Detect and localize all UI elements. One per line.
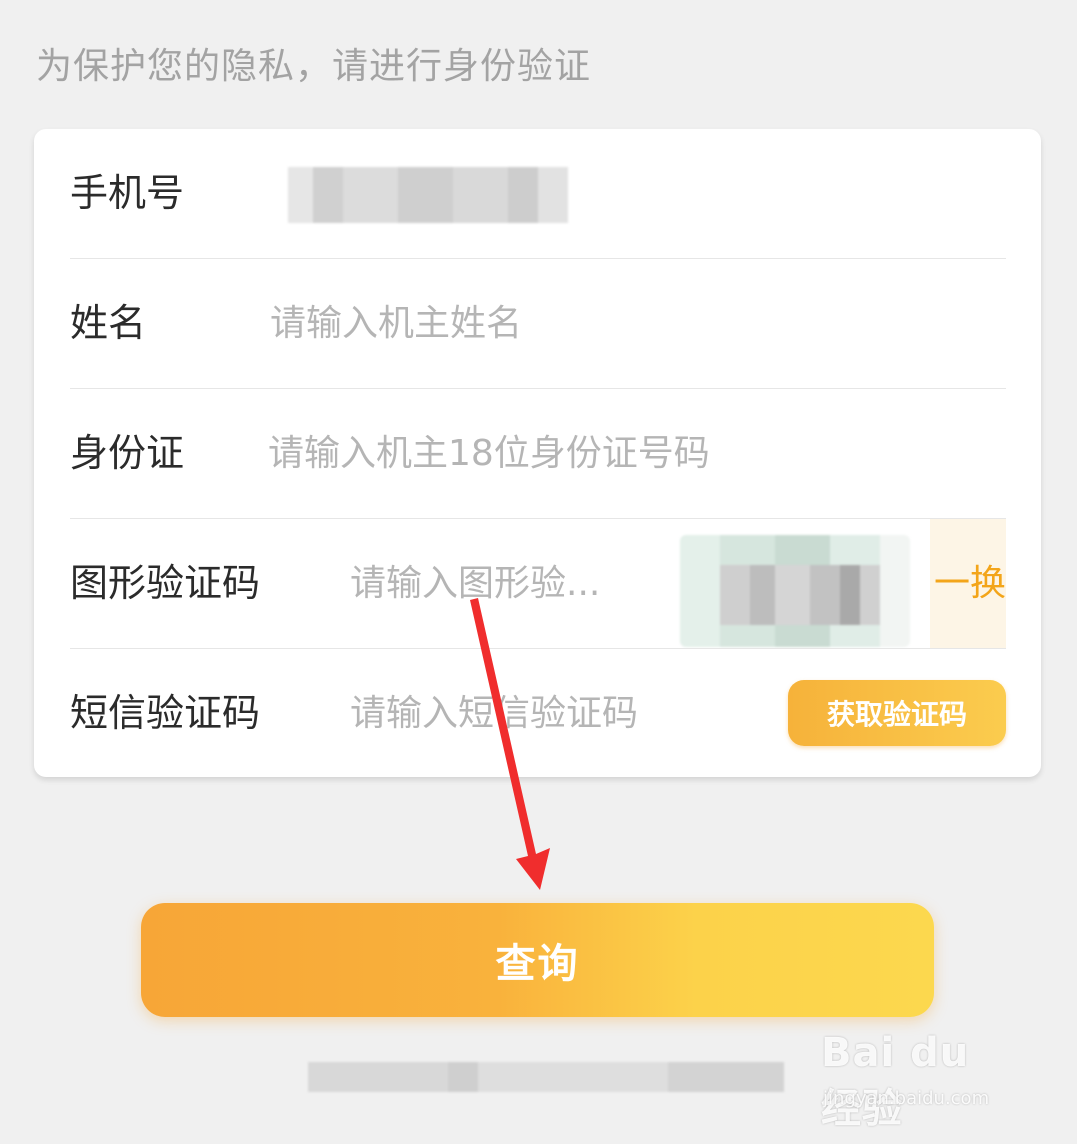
captcha-row: 图形验证码 请输入图形验... 一换 [70,519,1006,648]
phone-label: 手机号 [70,171,185,215]
get-sms-code-button[interactable]: 获取验证码 [788,680,1006,746]
captcha-input[interactable]: 请输入图形验... [350,519,640,648]
captcha-label: 图形验证码 [70,561,261,605]
captcha-image[interactable] [680,535,910,647]
id-card-label: 身份证 [70,431,185,475]
verification-form: 手机号 姓名 请输入机主姓名 身份证 请输入机主18位身份证号码 图形验证码 请… [34,129,1041,777]
watermark-logo: Bai du 经验 [821,1030,970,1132]
watermark-url: jingyan.baidu.com [823,1088,990,1109]
sms-label: 短信验证码 [70,691,261,735]
id-card-input[interactable]: 请输入机主18位身份证号码 [268,389,968,518]
phone-value-blurred [288,167,568,223]
query-button[interactable]: 查询 [141,903,934,1017]
sms-row: 短信验证码 请输入短信验证码 获取验证码 [70,649,1006,778]
id-card-row: 身份证 请输入机主18位身份证号码 [70,389,1006,518]
baidu-jingyan-watermark: Bai du 经验 jingyan.baidu.com [821,1030,1021,1132]
captcha-refresh-link[interactable]: 一换 [929,519,1006,648]
name-row: 姓名 请输入机主姓名 [70,259,1006,388]
footer-text-blurred [308,1062,784,1092]
name-input[interactable]: 请输入机主姓名 [270,259,830,388]
sms-code-input[interactable]: 请输入短信验证码 [350,649,730,778]
page-subtitle: 为保护您的隐私，请进行身份验证 [36,46,592,87]
name-label: 姓名 [70,301,147,345]
phone-row: 手机号 [70,129,1006,258]
